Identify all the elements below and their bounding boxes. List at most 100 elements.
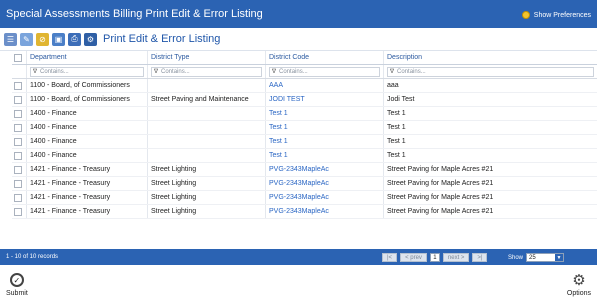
title-bar: Special Assessments Billing Print Edit &… (0, 0, 597, 28)
next-page-button[interactable]: next > (442, 253, 470, 262)
prev-page-button[interactable]: < prev (400, 253, 427, 262)
filter-input-department[interactable]: ∇ Contains... (30, 66, 144, 77)
district-code-link[interactable]: PVG-2343MapleAc (265, 205, 383, 218)
row-select-cell (12, 135, 26, 148)
district-type-cell (147, 79, 265, 92)
description-cell: aaa (383, 79, 597, 92)
description-cell: Street Paving for Maple Acres #21 (383, 163, 597, 176)
submit-label: Submit (6, 290, 28, 297)
print-icon[interactable]: ⎙ (68, 32, 81, 46)
filter-placeholder: Contains... (161, 68, 190, 75)
filter-icon[interactable]: ⊘ (36, 32, 49, 46)
district-code-link[interactable]: AAA (265, 79, 383, 92)
show-preferences-label: Show Preferences (533, 11, 591, 19)
district-code-link[interactable]: Test 1 (265, 107, 383, 120)
description-cell: Street Paving for Maple Acres #21 (383, 205, 597, 218)
table-row[interactable]: 1421 - Finance - Treasury Street Lightin… (12, 163, 597, 177)
funnel-icon: ∇ (390, 69, 395, 75)
column-header-district-code[interactable]: District Code (265, 51, 383, 64)
district-type-cell (147, 135, 265, 148)
row-select-cell (12, 93, 26, 106)
filter-input-description[interactable]: ∇ Contains... (387, 66, 594, 77)
row-checkbox[interactable] (14, 109, 22, 118)
row-checkbox[interactable] (14, 123, 22, 132)
filter-cell-department: ∇ Contains... (26, 65, 147, 78)
show-label: Show (508, 254, 524, 261)
pager: |< < prev 1 next > >| (382, 253, 488, 262)
row-checkbox[interactable] (14, 207, 22, 216)
preferences-icon (521, 11, 530, 19)
description-cell: Test 1 (383, 107, 597, 120)
record-count: 1 - 10 of 10 records (6, 254, 59, 260)
submit-button[interactable]: ✓ Submit (6, 273, 28, 297)
show-preferences-link[interactable]: Show Preferences (521, 11, 591, 19)
last-page-button[interactable]: >| (472, 253, 488, 262)
funnel-icon: ∇ (33, 69, 38, 75)
table-row[interactable]: 1400 - Finance Test 1 Test 1 (12, 121, 597, 135)
data-grid: Department District Type District Code D… (12, 51, 597, 219)
filter-input-district-code[interactable]: ∇ Contains... (269, 66, 380, 77)
row-checkbox[interactable] (14, 81, 22, 90)
toolbar-heading: Print Edit & Error Listing (103, 33, 221, 45)
filter-cell-district-code: ∇ Contains... (265, 65, 383, 78)
district-code-link[interactable]: JODI TEST (265, 93, 383, 106)
first-page-button[interactable]: |< (382, 253, 398, 262)
row-checkbox[interactable] (14, 165, 22, 174)
row-checkbox[interactable] (14, 137, 22, 146)
district-type-cell (147, 107, 265, 120)
district-type-cell (147, 121, 265, 134)
list-icon[interactable]: ☰ (4, 32, 17, 46)
row-select-cell (12, 177, 26, 190)
table-row[interactable]: 1100 - Board, of Commissioners AAA aaa (12, 79, 597, 93)
row-checkbox[interactable] (14, 193, 22, 202)
district-type-cell: Street Lighting (147, 191, 265, 204)
district-code-link[interactable]: Test 1 (265, 135, 383, 148)
description-cell: Test 1 (383, 149, 597, 162)
column-header-department[interactable]: Department (26, 51, 147, 64)
table-row[interactable]: 1400 - Finance Test 1 Test 1 (12, 135, 597, 149)
filter-placeholder: Contains... (279, 68, 308, 75)
department-cell: 1421 - Finance - Treasury (26, 163, 147, 176)
edit-icon[interactable]: ✎ (20, 32, 33, 46)
row-select-cell (12, 163, 26, 176)
department-cell: 1100 - Board, of Commissioners (26, 79, 147, 92)
description-cell: Test 1 (383, 135, 597, 148)
options-button[interactable]: ⚙ Options (567, 273, 591, 297)
department-cell: 1400 - Finance (26, 149, 147, 162)
district-code-link[interactable]: Test 1 (265, 149, 383, 162)
row-select-cell (12, 121, 26, 134)
page-number-input[interactable]: 1 (429, 253, 440, 262)
district-code-link[interactable]: PVG-2343MapleAc (265, 191, 383, 204)
district-code-link[interactable]: Test 1 (265, 121, 383, 134)
column-header-district-type[interactable]: District Type (147, 51, 265, 64)
table-row[interactable]: 1421 - Finance - Treasury Street Lightin… (12, 191, 597, 205)
tools-icon[interactable]: ⚙ (84, 32, 97, 46)
table-row[interactable]: 1100 - Board, of Commissioners Street Pa… (12, 93, 597, 107)
row-checkbox[interactable] (14, 151, 22, 160)
district-code-link[interactable]: PVG-2343MapleAc (265, 177, 383, 190)
row-select-cell (12, 79, 26, 92)
page-size-control: Show 25 ▼ (508, 253, 565, 262)
window-title: Special Assessments Billing Print Edit &… (6, 8, 263, 20)
table-row[interactable]: 1421 - Finance - Treasury Street Lightin… (12, 205, 597, 219)
gear-icon: ⚙ (572, 272, 586, 289)
table-row[interactable]: 1400 - Finance Test 1 Test 1 (12, 107, 597, 121)
save-icon[interactable]: ▣ (52, 32, 65, 46)
options-label: Options (566, 290, 591, 297)
page-size-select[interactable]: 25 ▼ (526, 253, 565, 262)
row-checkbox[interactable] (14, 179, 22, 188)
department-cell: 1400 - Finance (26, 135, 147, 148)
table-row[interactable]: 1400 - Finance Test 1 Test 1 (12, 149, 597, 163)
column-header-description[interactable]: Description (383, 51, 597, 64)
page-size-value: 25 (529, 254, 536, 261)
department-cell: 1400 - Finance (26, 107, 147, 120)
district-code-link[interactable]: PVG-2343MapleAc (265, 163, 383, 176)
row-select-cell (12, 107, 26, 120)
filter-input-district-type[interactable]: ∇ Contains... (151, 66, 262, 77)
select-all-checkbox[interactable] (14, 53, 22, 62)
row-checkbox[interactable] (14, 95, 22, 104)
description-cell: Street Paving for Maple Acres #21 (383, 191, 597, 204)
table-row[interactable]: 1421 - Finance - Treasury Street Lightin… (12, 177, 597, 191)
district-type-cell: Street Lighting (147, 205, 265, 218)
department-cell: 1100 - Board, of Commissioners (26, 93, 147, 106)
